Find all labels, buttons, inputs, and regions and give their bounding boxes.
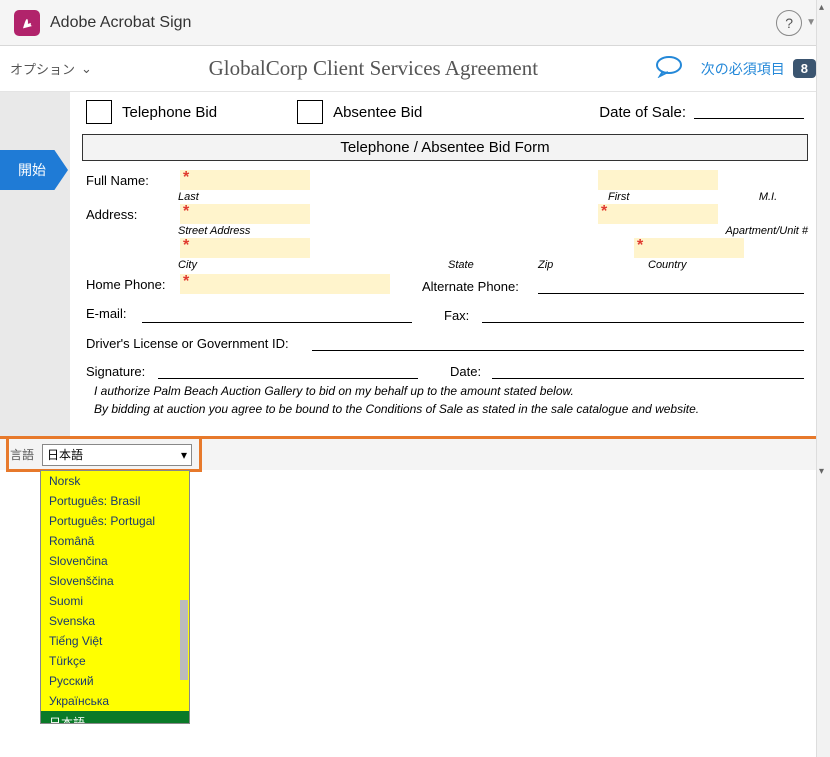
help-icon[interactable]: ? [776, 10, 802, 36]
options-label: オプション [10, 59, 75, 78]
absentee-bid-checkbox[interactable] [297, 100, 323, 124]
language-option[interactable]: Slovenčina [41, 551, 189, 571]
required-count-badge: 8 [793, 59, 816, 78]
document-viewer: 開始 Telephone Bid Absentee Bid Date of Sa… [0, 92, 816, 464]
language-option[interactable]: Português: Brasil [41, 491, 189, 511]
form-header: Telephone / Absentee Bid Form [82, 134, 808, 161]
sub-mi: M.I. [728, 191, 808, 203]
sub-last: Last [178, 191, 308, 203]
next-required-link[interactable]: 次の必須項目 8 [701, 59, 816, 79]
document-toolbar: オプション ⌄ GlobalCorp Client Services Agree… [0, 46, 830, 92]
telephone-bid-checkbox[interactable] [86, 100, 112, 124]
language-label: 言語 [10, 446, 34, 463]
language-option[interactable]: Svenska [41, 611, 189, 631]
help-dropdown-caret-icon[interactable]: ▼ [806, 17, 816, 28]
acrobat-sign-logo-icon [14, 10, 40, 36]
absentee-bid-label: Absentee Bid [333, 104, 422, 121]
email-label: E-mail: [86, 306, 136, 323]
chevron-down-icon: ⌄ [81, 61, 92, 77]
inner-scrollbar-artifact [180, 600, 188, 680]
city-field[interactable]: * [180, 238, 310, 258]
footer-bar: 言語 日本語 ▾ [0, 436, 816, 470]
date-field[interactable] [492, 363, 804, 379]
auth-line-1: I authorize Palm Beach Auction Gallery t… [82, 380, 808, 398]
sub-city: City [178, 259, 308, 271]
sub-state: State [448, 259, 538, 271]
fax-field[interactable] [482, 307, 804, 323]
dl-field[interactable] [312, 335, 804, 351]
document-title: GlobalCorp Client Services Agreement [92, 56, 655, 81]
comment-icon[interactable] [655, 56, 683, 81]
sub-street: Street Address [178, 225, 378, 237]
start-tab[interactable]: 開始 [0, 150, 68, 190]
sub-apt: Apartment/Unit # [688, 225, 808, 237]
language-option[interactable]: Suomi [41, 591, 189, 611]
next-required-label: 次の必須項目 [701, 59, 785, 79]
language-option[interactable]: Türkçe [41, 651, 189, 671]
language-option[interactable]: 日本語 [41, 711, 189, 724]
auth-line-2: By bidding at auction you agree to be bo… [82, 398, 808, 416]
fax-label: Fax: [444, 308, 476, 323]
email-field[interactable] [142, 307, 412, 323]
sub-first: First [608, 191, 728, 203]
date-of-sale-field[interactable] [694, 105, 804, 119]
street-field[interactable]: * [180, 204, 310, 224]
dl-label: Driver's License or Government ID: [86, 336, 306, 351]
language-option[interactable]: Português: Portugal [41, 511, 189, 531]
language-dropdown[interactable]: NorskPortuguês: BrasilPortuguês: Portuga… [40, 470, 190, 724]
app-header: Adobe Acrobat Sign ? ▼ [0, 0, 830, 46]
options-menu[interactable]: オプション ⌄ [10, 59, 92, 78]
date-of-sale-label: Date of Sale: [599, 104, 686, 121]
home-phone-field[interactable]: * [180, 274, 390, 294]
language-option[interactable]: Tiếng Việt [41, 631, 189, 651]
full-name-label: Full Name: [86, 173, 174, 190]
alt-phone-label: Alternate Phone: [422, 279, 532, 294]
first-name-field[interactable] [598, 170, 718, 190]
zip-field[interactable]: * [634, 238, 744, 258]
sub-country: Country [648, 259, 808, 271]
language-option[interactable]: Norsk [41, 471, 189, 491]
app-title: Adobe Acrobat Sign [50, 14, 191, 32]
document-page: Telephone Bid Absentee Bid Date of Sale:… [70, 92, 816, 464]
chevron-down-icon: ▾ [181, 448, 187, 462]
language-option[interactable]: Українська [41, 691, 189, 711]
last-name-field[interactable]: * [180, 170, 310, 190]
alt-phone-field[interactable] [538, 278, 804, 294]
date-label: Date: [450, 364, 486, 379]
language-option[interactable]: Română [41, 531, 189, 551]
home-phone-label: Home Phone: [86, 277, 174, 294]
signature-label: Signature: [86, 364, 152, 379]
telephone-bid-label: Telephone Bid [122, 104, 217, 121]
window-scrollbar[interactable] [816, 0, 830, 757]
language-selected-value: 日本語 [47, 446, 83, 463]
language-select[interactable]: 日本語 ▾ [42, 444, 192, 466]
signature-field[interactable] [158, 363, 418, 379]
language-option[interactable]: Русский [41, 671, 189, 691]
sub-zip: Zip [538, 259, 648, 271]
bid-type-row: Telephone Bid Absentee Bid Date of Sale: [82, 98, 808, 132]
address-label: Address: [86, 207, 174, 224]
apt-field[interactable]: * [598, 204, 718, 224]
language-option[interactable]: Slovenščina [41, 571, 189, 591]
